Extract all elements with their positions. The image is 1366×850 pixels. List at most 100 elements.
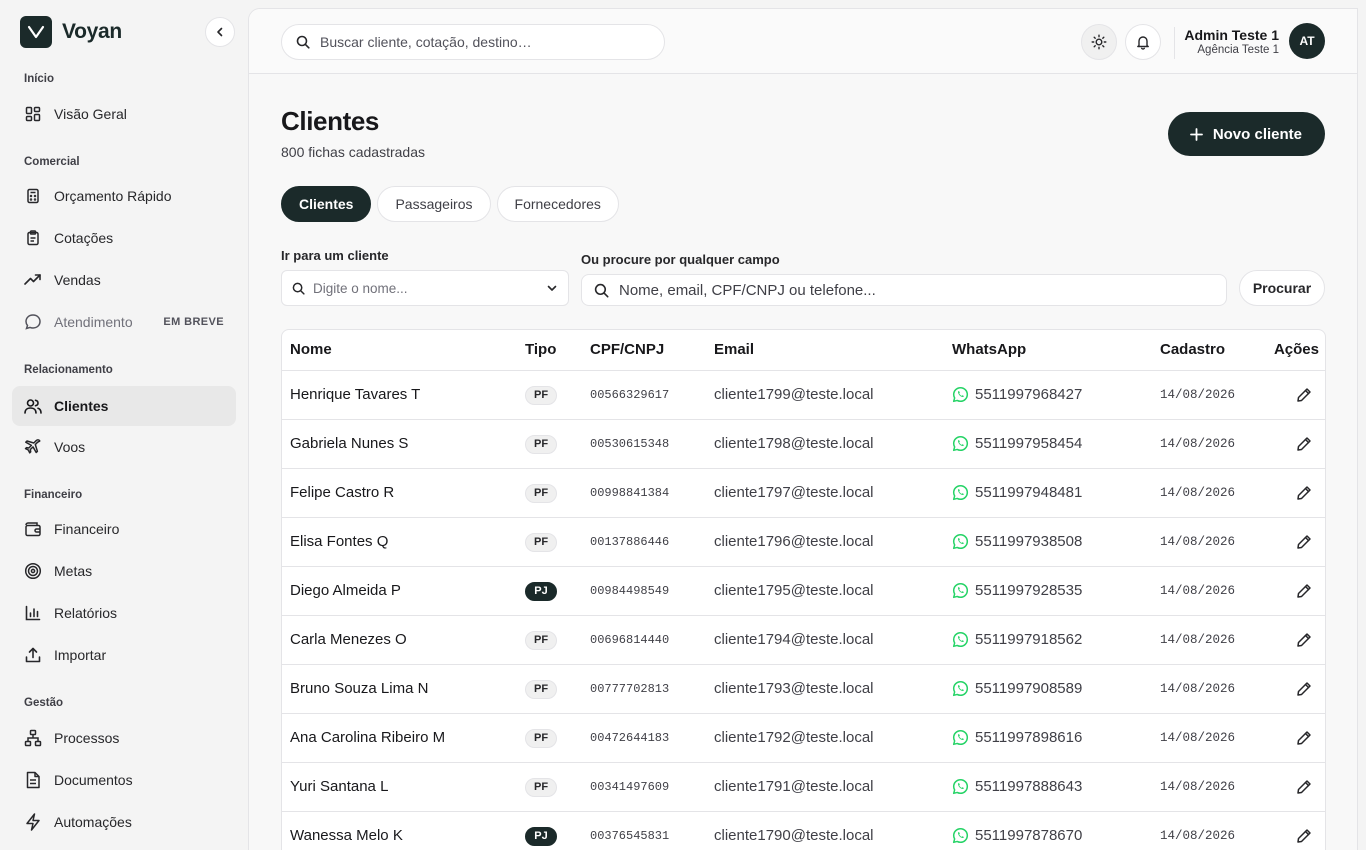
sidebar-item-metas[interactable]: Metas bbox=[12, 551, 236, 591]
client-name[interactable]: Bruno Souza Lima N bbox=[282, 664, 517, 714]
field-search-input[interactable] bbox=[619, 281, 1209, 299]
edit-client-button[interactable] bbox=[1296, 828, 1312, 844]
field-search[interactable] bbox=[581, 274, 1227, 306]
client-name[interactable]: Yuri Santana L bbox=[282, 762, 517, 812]
sidebar-item-label: Atendimento bbox=[54, 314, 133, 330]
table-row[interactable]: Bruno Souza Lima N PF 00777702813 cliente17… bbox=[282, 664, 1325, 714]
goto-client-combobox[interactable] bbox=[281, 270, 569, 306]
sidebar-item-vendas[interactable]: Vendas bbox=[12, 260, 236, 300]
edit-client-button[interactable] bbox=[1296, 779, 1312, 795]
client-name[interactable]: Carla Menezes O bbox=[282, 615, 517, 665]
tab-passageiros[interactable]: Passageiros bbox=[377, 186, 491, 222]
sidebar-item-clientes[interactable]: Clientes bbox=[12, 386, 236, 426]
sidebar-item-label: Voos bbox=[54, 439, 86, 455]
client-whatsapp[interactable]: 5511997948481 bbox=[952, 484, 1152, 501]
global-search-input[interactable] bbox=[320, 34, 640, 50]
tab-clientes[interactable]: Clientes bbox=[281, 186, 372, 222]
column-header-email[interactable]: Email bbox=[706, 330, 944, 371]
sidebar-item-processos[interactable]: Processos bbox=[12, 718, 236, 758]
edit-client-button[interactable] bbox=[1296, 681, 1312, 697]
client-whatsapp[interactable]: 5511997928535 bbox=[952, 582, 1152, 599]
whatsapp-icon bbox=[952, 484, 969, 501]
edit-client-button[interactable] bbox=[1296, 632, 1312, 648]
sidebar-item-financeiro[interactable]: Financeiro bbox=[12, 509, 236, 549]
sidebar-item-cotacoes[interactable]: Cotações bbox=[12, 218, 236, 258]
table-row[interactable]: Gabriela Nunes S PF 00530615348 cliente1798… bbox=[282, 419, 1325, 469]
tab-fornecedores[interactable]: Fornecedores bbox=[496, 186, 619, 222]
edit-client-button[interactable] bbox=[1296, 436, 1312, 452]
client-whatsapp[interactable]: 5511997968427 bbox=[952, 386, 1152, 403]
client-whatsapp[interactable]: 5511997958454 bbox=[952, 435, 1152, 452]
table-row[interactable]: Yuri Santana L PF 00341497609 cliente1791@t… bbox=[282, 762, 1325, 812]
global-search[interactable] bbox=[281, 24, 665, 60]
voyan-logo-icon bbox=[20, 16, 52, 48]
user-menu[interactable]: Admin Teste 1 Agência Teste 1 AT bbox=[1184, 23, 1325, 59]
column-header-doc[interactable]: CPF/CNPJ bbox=[582, 330, 706, 371]
sidebar-item-automacoes[interactable]: Automações bbox=[12, 802, 236, 842]
table-row[interactable]: Henrique Tavares T PF 00566329617 cliente17… bbox=[282, 370, 1325, 420]
new-client-button[interactable]: Novo cliente bbox=[1167, 112, 1325, 156]
table-row[interactable]: Felipe Castro R PF 00998841384 cliente1797@… bbox=[282, 468, 1325, 518]
notifications-button[interactable] bbox=[1125, 24, 1161, 60]
sidebar-item-orcamento[interactable]: Orçamento Rápido bbox=[12, 176, 236, 216]
chevron-down-icon[interactable] bbox=[546, 282, 558, 294]
edit-client-button[interactable] bbox=[1296, 485, 1312, 501]
edit-pencil-icon bbox=[1297, 485, 1311, 500]
client-created-date: 14/08/2026 bbox=[1152, 468, 1262, 518]
edit-pencil-icon bbox=[1297, 828, 1311, 843]
client-name[interactable]: Gabriela Nunes S bbox=[282, 419, 517, 469]
edit-pencil-icon bbox=[1297, 583, 1311, 598]
client-name[interactable]: Felipe Castro R bbox=[282, 468, 517, 518]
client-name[interactable]: Ana Carolina Ribeiro M bbox=[282, 713, 517, 763]
column-header-cadastro[interactable]: Cadastro bbox=[1152, 330, 1262, 371]
wallet-icon bbox=[24, 520, 42, 538]
edit-client-button[interactable] bbox=[1296, 730, 1312, 746]
table-row[interactable]: Elisa Fontes Q PF 00137886446 cliente1796@t… bbox=[282, 517, 1325, 567]
client-whatsapp[interactable]: 5511997908589 bbox=[952, 680, 1152, 697]
sidebar-item-voos[interactable]: Voos bbox=[12, 427, 236, 467]
table-row[interactable]: Wanessa Melo K PJ 00376545831 cliente1790@t… bbox=[282, 811, 1325, 850]
collapse-sidebar-button[interactable] bbox=[205, 17, 235, 47]
column-header-tipo[interactable]: Tipo bbox=[517, 330, 582, 371]
client-name[interactable]: Elisa Fontes Q bbox=[282, 517, 517, 567]
sidebar-item-atendimento[interactable]: Atendimento EM BREVE bbox=[12, 302, 236, 342]
client-whatsapp[interactable]: 5511997878670 bbox=[952, 827, 1152, 844]
edit-client-button[interactable] bbox=[1296, 534, 1312, 550]
search-button[interactable]: Procurar bbox=[1239, 270, 1325, 306]
whatsapp-icon bbox=[952, 827, 969, 844]
sidebar-item-importar[interactable]: Importar bbox=[12, 635, 236, 675]
brand[interactable]: Voyan bbox=[20, 16, 122, 48]
whatsapp-number: 5511997958454 bbox=[975, 435, 1083, 452]
client-whatsapp[interactable]: 5511997918562 bbox=[952, 631, 1152, 648]
client-whatsapp[interactable]: 5511997898616 bbox=[952, 729, 1152, 746]
edit-client-button[interactable] bbox=[1296, 583, 1312, 599]
client-whatsapp[interactable]: 5511997938508 bbox=[952, 533, 1152, 550]
type-badge: PF bbox=[525, 777, 558, 797]
user-agency: Agência Teste 1 bbox=[1197, 43, 1279, 56]
whatsapp-icon bbox=[952, 680, 969, 697]
avatar[interactable]: AT bbox=[1289, 23, 1325, 59]
client-whatsapp[interactable]: 5511997888643 bbox=[952, 778, 1152, 795]
search-icon bbox=[296, 35, 310, 49]
sidebar-item-documentos[interactable]: Documentos bbox=[12, 760, 236, 800]
client-name[interactable]: Diego Almeida P bbox=[282, 566, 517, 616]
table-row[interactable]: Diego Almeida P PJ 00984498549 cliente1795@… bbox=[282, 566, 1325, 616]
goto-client-input[interactable] bbox=[313, 280, 533, 296]
edit-pencil-icon bbox=[1297, 730, 1311, 745]
column-header-nome[interactable]: Nome bbox=[282, 330, 517, 371]
sidebar-item-label: Importar bbox=[54, 647, 107, 663]
sidebar-item-visao-geral[interactable]: Visão Geral bbox=[12, 94, 236, 134]
column-header-whatsapp[interactable]: WhatsApp bbox=[944, 330, 1152, 371]
sidebar-item-relatorios[interactable]: Relatórios bbox=[12, 593, 236, 633]
table-row[interactable]: Carla Menezes O PF 00696814440 cliente1794@… bbox=[282, 615, 1325, 665]
file-text-icon bbox=[24, 771, 42, 789]
client-name[interactable]: Henrique Tavares T bbox=[282, 370, 517, 420]
nav-section-inicio: Início bbox=[24, 73, 55, 85]
client-created-date: 14/08/2026 bbox=[1152, 762, 1262, 812]
whatsapp-icon bbox=[952, 778, 969, 795]
client-name[interactable]: Wanessa Melo K bbox=[282, 811, 517, 850]
bell-icon bbox=[1137, 36, 1149, 50]
theme-toggle-button[interactable] bbox=[1081, 24, 1117, 60]
table-row[interactable]: Ana Carolina Ribeiro M PF 00472644183 clien… bbox=[282, 713, 1325, 763]
edit-client-button[interactable] bbox=[1296, 387, 1312, 403]
